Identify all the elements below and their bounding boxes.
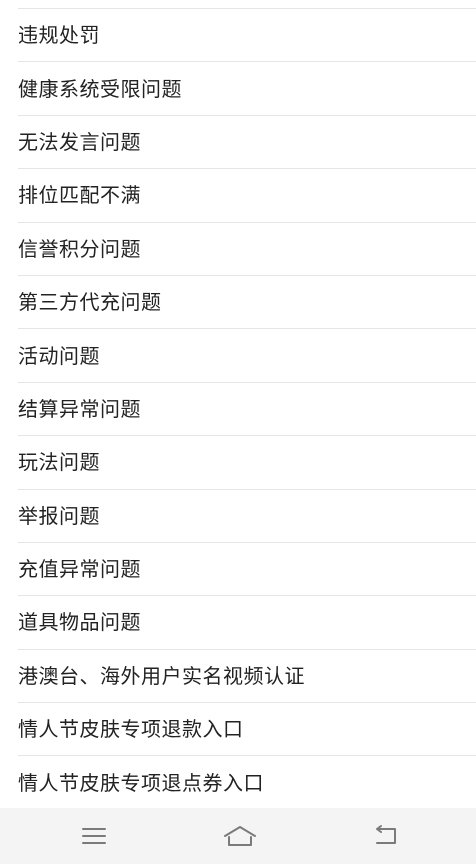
list-item-health-system[interactable]: 健康系统受限问题 [18, 62, 476, 116]
menu-button[interactable] [34, 808, 154, 864]
list-item-items-props[interactable]: 道具物品问题 [18, 596, 476, 650]
list-item-label: 活动问题 [18, 343, 100, 368]
list-item-label: 结算异常问题 [18, 396, 141, 421]
home-icon [224, 826, 256, 846]
list-item-label: 健康系统受限问题 [18, 76, 182, 101]
list-item-valentine-skin-voucher-refund[interactable]: 情人节皮肤专项退点券入口 [18, 756, 476, 808]
list-item-label: 信誉积分问题 [18, 236, 141, 261]
list-item-label: 情人节皮肤专项退点券入口 [18, 771, 264, 796]
list-item-label: 港澳台、海外用户实名视频认证 [18, 663, 305, 688]
list-item-cannot-speak[interactable]: 无法发言问题 [18, 116, 476, 170]
list-item-label: 充值异常问题 [18, 557, 141, 582]
menu-icon [82, 828, 106, 844]
back-button[interactable] [326, 808, 446, 864]
list-item-label: 第三方代充问题 [18, 290, 162, 315]
list-item-label: 举报问题 [18, 503, 100, 528]
system-navigation-bar [0, 808, 476, 864]
list-item-report[interactable]: 举报问题 [18, 490, 476, 543]
home-button[interactable] [180, 808, 300, 864]
back-icon [376, 825, 396, 844]
list-item-third-party-recharge[interactable]: 第三方代充问题 [18, 276, 476, 330]
list-item-label: 情人节皮肤专项退款入口 [18, 717, 244, 742]
list-item-violation-penalty[interactable]: 违规处罚 [18, 9, 476, 63]
list-item-events[interactable]: 活动问题 [18, 329, 476, 383]
help-topic-list: 违规处罚 健康系统受限问题 无法发言问题 排位匹配不满 信誉积分问题 第三方代充… [0, 0, 476, 808]
list-item-label: 道具物品问题 [18, 610, 141, 635]
list-item-gameplay[interactable]: 玩法问题 [18, 436, 476, 490]
list-item-valentine-skin-refund[interactable]: 情人节皮肤专项退款入口 [18, 703, 476, 757]
list-item-label: 无法发言问题 [18, 129, 141, 154]
list-item-ranked-matching[interactable]: 排位匹配不满 [18, 169, 476, 223]
topic-items: 违规处罚 健康系统受限问题 无法发言问题 排位匹配不满 信誉积分问题 第三方代充… [0, 9, 476, 808]
list-item-credit-score[interactable]: 信誉积分问题 [18, 223, 476, 276]
list-item-recharge-exception[interactable]: 充值异常问题 [18, 543, 476, 597]
list-item-label: 排位匹配不满 [18, 183, 141, 208]
list-item-label: 违规处罚 [18, 23, 100, 48]
list-item-settlement[interactable]: 结算异常问题 [18, 383, 476, 437]
list-item-label: 玩法问题 [18, 450, 100, 475]
list-item-overseas-verification[interactable]: 港澳台、海外用户实名视频认证 [18, 650, 476, 704]
